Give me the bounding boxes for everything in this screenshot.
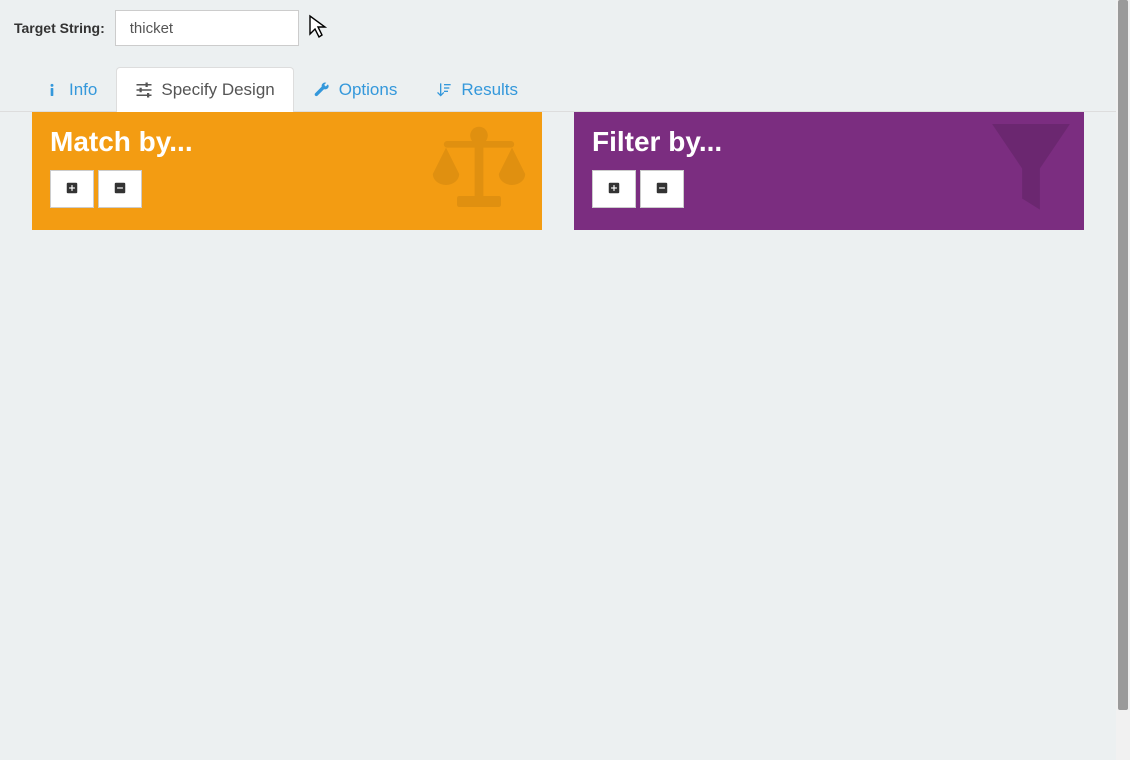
filter-by-panel: Filter by...	[574, 112, 1084, 230]
match-remove-button[interactable]	[98, 170, 142, 208]
target-string-row: Target String:	[0, 0, 1116, 46]
target-string-input[interactable]	[115, 10, 299, 46]
minus-icon	[113, 181, 127, 198]
match-by-panel: Match by...	[32, 112, 542, 230]
page-root: Target String: Info Specify Design Optio…	[0, 0, 1116, 760]
sort-icon	[435, 81, 453, 99]
tab-results-label: Results	[461, 80, 518, 100]
tab-options[interactable]: Options	[294, 67, 417, 112]
tab-specify-label: Specify Design	[161, 80, 274, 100]
match-add-button[interactable]	[50, 170, 94, 208]
filter-remove-button[interactable]	[640, 170, 684, 208]
target-string-label: Target String:	[14, 20, 105, 36]
tab-info[interactable]: Info	[24, 67, 116, 112]
tab-options-label: Options	[339, 80, 398, 100]
tab-info-label: Info	[69, 80, 97, 100]
tab-specify-design[interactable]: Specify Design	[116, 67, 293, 112]
filter-add-button[interactable]	[592, 170, 636, 208]
scrollbar-thumb[interactable]	[1118, 0, 1128, 710]
balance-scale-icon	[424, 124, 534, 219]
plus-icon	[65, 181, 79, 198]
scrollbar[interactable]	[1116, 0, 1130, 760]
panel-row: Match by...	[0, 112, 1116, 230]
info-icon	[43, 81, 61, 99]
sliders-icon	[135, 81, 153, 99]
funnel-icon	[986, 119, 1076, 224]
tab-results[interactable]: Results	[416, 67, 537, 112]
minus-icon	[655, 181, 669, 198]
plus-icon	[607, 181, 621, 198]
wrench-icon	[313, 81, 331, 99]
tab-bar: Info Specify Design Options Results	[0, 66, 1116, 112]
